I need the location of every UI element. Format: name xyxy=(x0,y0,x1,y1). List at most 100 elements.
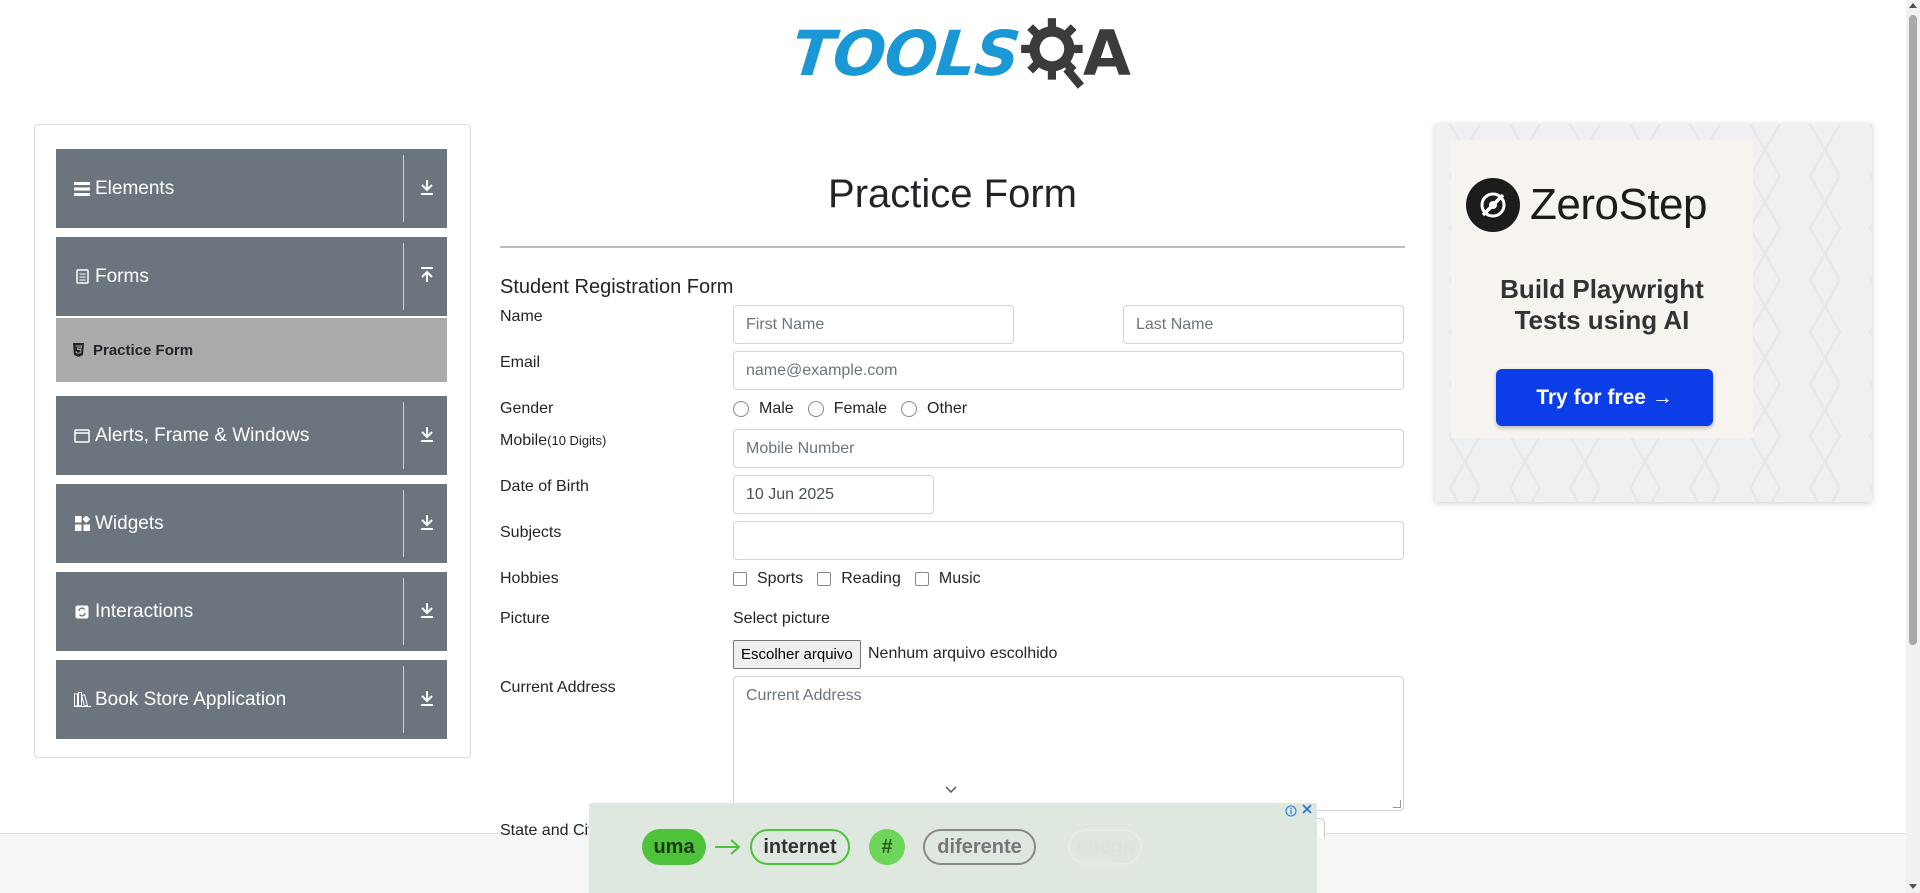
ad-word-pill: uma xyxy=(642,829,706,865)
email-input[interactable]: name@example.com xyxy=(733,351,1404,390)
download-arrow-icon[interactable] xyxy=(415,422,439,446)
divider xyxy=(403,578,404,645)
sidebar-group-label: Book Store Application xyxy=(95,688,287,710)
sidebar-group-label: Alerts, Frame & Windows xyxy=(95,424,310,446)
ad-word-pill: chega xyxy=(1068,829,1142,865)
ad-brand: ZeroStep xyxy=(1466,178,1707,232)
sidebar-group-elements[interactable]: Elements xyxy=(56,149,447,228)
divider xyxy=(403,666,404,733)
hobby-option-sports[interactable]: Sports xyxy=(733,570,803,588)
sidebar-group-book-store-application[interactable]: Book Store Application xyxy=(56,660,447,739)
sidebar-group-label: Widgets xyxy=(95,512,164,534)
mobile-hint: (10 Digits) xyxy=(547,433,607,448)
sidebar-group-interactions[interactable]: Interactions xyxy=(56,572,447,651)
file-status-text: Nenhum arquivo escolhido xyxy=(868,645,1058,662)
hobbies-checkbox-group: Sports Reading Music xyxy=(733,570,995,588)
scroll-down-arrow-icon[interactable] xyxy=(1909,884,1917,889)
email-label: Email xyxy=(500,354,541,371)
hobby-option-music[interactable]: Music xyxy=(914,570,981,588)
subjects-label: Subjects xyxy=(500,524,562,541)
name-label: Name xyxy=(500,308,543,325)
current-address-label: Current Address xyxy=(500,679,616,696)
sidebar-menu: Elements Forms Practice Form Alerts, Fra… xyxy=(34,124,471,758)
sidebar-group-alerts-frame-windows[interactable]: Alerts, Frame & Windows xyxy=(56,396,447,475)
hobbies-label: Hobbies xyxy=(500,570,559,587)
last-name-input[interactable]: Last Name xyxy=(1123,305,1404,344)
sidebar-group-label: Elements xyxy=(95,177,175,199)
logo-suffix: A xyxy=(1082,16,1131,90)
choose-file-button[interactable]: Escolher arquivo xyxy=(733,640,861,669)
download-arrow-icon[interactable] xyxy=(415,510,439,534)
textarea-placeholder: Current Address xyxy=(746,687,862,704)
radio-label: Other xyxy=(927,400,968,417)
vertical-scrollbar[interactable] xyxy=(1906,0,1920,893)
hobby-option-reading[interactable]: Reading xyxy=(817,570,901,588)
ad-word-pill: internet xyxy=(750,829,850,865)
checkbox-label: Sports xyxy=(757,570,804,587)
sidebar-group-widgets[interactable]: Widgets xyxy=(56,484,447,563)
radio-label: Female xyxy=(833,400,888,417)
sidebar-group-label: Forms xyxy=(95,265,149,287)
title-divider xyxy=(500,246,1405,248)
sidebar-group-forms[interactable]: Forms xyxy=(56,237,447,316)
select-picture-label: Select picture xyxy=(733,610,830,627)
divider xyxy=(403,243,404,310)
chevron-down-icon[interactable] xyxy=(944,785,958,795)
gender-option-other[interactable]: Other xyxy=(901,400,967,418)
gender-radio-group: Male Female Other xyxy=(733,400,981,418)
mobile-label-text: Mobile xyxy=(500,432,548,449)
checkbox-label: Music xyxy=(938,570,981,587)
current-address-textarea[interactable]: Current Address xyxy=(733,676,1404,811)
ad-brand-name: ZeroStep xyxy=(1530,180,1707,229)
download-arrow-icon[interactable] xyxy=(415,175,439,199)
gender-option-male[interactable]: Male xyxy=(733,400,794,418)
sidebar-item-label: Practice Form xyxy=(93,341,194,359)
ad-word-pill: diferente xyxy=(923,829,1036,865)
date-of-birth-label: Date of Birth xyxy=(500,478,589,495)
gender-option-female[interactable]: Female xyxy=(807,400,888,418)
divider xyxy=(403,490,404,557)
ad-info-icon[interactable] xyxy=(1285,805,1299,819)
widgets-icon xyxy=(73,515,91,533)
zerostep-advertisement[interactable]: ZeroStep Build Playwright Tests using AI… xyxy=(1435,124,1872,502)
state-and-city-label: State and City xyxy=(500,822,601,839)
sidebar-item-practice-form[interactable]: Practice Form xyxy=(56,318,447,382)
radio-button[interactable] xyxy=(807,401,824,417)
radio-button[interactable] xyxy=(733,401,749,417)
menu-icon xyxy=(73,180,91,198)
sidebar-group-label: Interactions xyxy=(95,600,194,622)
document-icon xyxy=(73,268,91,286)
window-icon xyxy=(73,427,91,445)
resize-handle[interactable] xyxy=(1393,800,1401,808)
picture-label: Picture xyxy=(500,610,550,627)
subjects-input[interactable] xyxy=(733,521,1404,560)
bottom-banner-ad[interactable]: uma internet # diferente chega xyxy=(589,803,1317,893)
first-name-input[interactable]: First Name xyxy=(733,305,1014,344)
interactions-icon xyxy=(73,603,91,621)
page-title: Practice Form xyxy=(828,172,1077,216)
mobile-label: Mobile(10 Digits) xyxy=(500,432,606,450)
radio-label: Male xyxy=(759,400,794,417)
ad-tagline-line-2: Tests using AI xyxy=(1514,305,1690,335)
mobile-number-input[interactable]: Mobile Number xyxy=(733,429,1404,468)
checkbox[interactable] xyxy=(817,572,832,586)
checkbox-label: Reading xyxy=(841,570,901,587)
upload-arrow-icon[interactable] xyxy=(415,263,439,287)
ad-hash-pill: # xyxy=(869,829,905,865)
radio-button[interactable] xyxy=(901,401,918,417)
divider xyxy=(403,402,404,469)
download-arrow-icon[interactable] xyxy=(415,686,439,710)
checkbox[interactable] xyxy=(914,572,929,586)
try-for-free-button[interactable]: Try for free → xyxy=(1496,369,1713,426)
scrollbar-thumb[interactable] xyxy=(1909,15,1917,645)
toolsqa-logo[interactable]: TOOLS A xyxy=(788,14,1131,92)
ad-close-icon[interactable] xyxy=(1301,803,1315,817)
checkbox[interactable] xyxy=(733,572,747,586)
form-title: Student Registration Form xyxy=(500,276,734,298)
scroll-up-arrow-icon[interactable] xyxy=(1909,3,1917,8)
gender-label: Gender xyxy=(500,400,554,417)
date-of-birth-input[interactable]: 10 Jun 2025 xyxy=(733,475,934,514)
divider xyxy=(403,155,404,222)
download-arrow-icon[interactable] xyxy=(415,598,439,622)
ad-card: ZeroStep Build Playwright Tests using AI… xyxy=(1451,140,1753,438)
